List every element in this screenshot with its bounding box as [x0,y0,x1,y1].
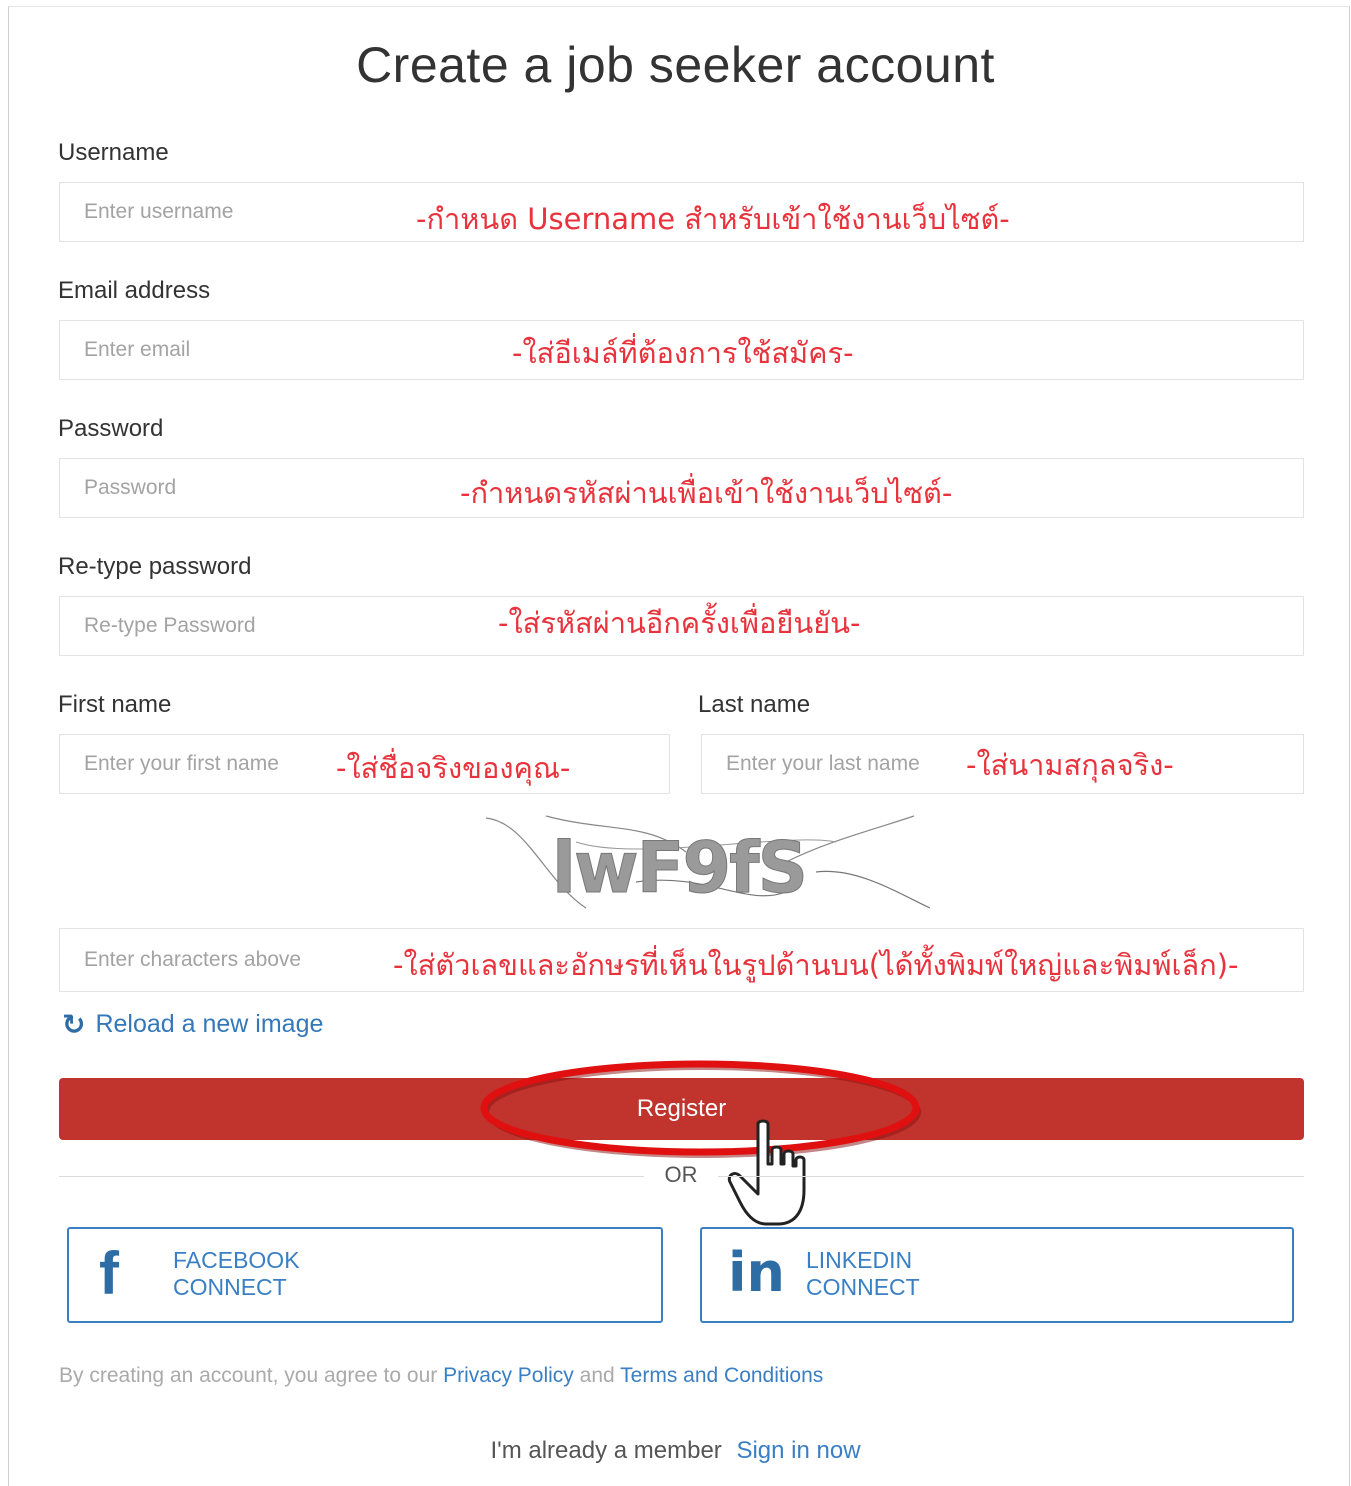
email-input[interactable] [59,320,1304,380]
facebook-line2: CONNECT [173,1274,287,1300]
captcha-input[interactable] [59,928,1304,992]
facebook-connect-label: FACEBOOK CONNECT [173,1247,300,1301]
password-label: Password [58,415,164,442]
divider-left [59,1176,644,1177]
terms-conditions-link[interactable]: Terms and Conditions [620,1364,823,1387]
first-name-input[interactable] [59,734,670,794]
divider-right [718,1176,1304,1177]
first-name-label: First name [58,691,172,718]
reload-label: Reload a new image [95,1010,324,1038]
linkedin-icon: in [728,1241,785,1304]
page-title: Create a job seeker account [356,37,995,93]
password-input[interactable] [59,458,1304,518]
or-separator: OR [644,1162,718,1188]
register-button[interactable]: Register [59,1078,1304,1140]
terms-notice: By creating an account, you agree to our… [59,1364,823,1388]
already-member-row: I'm already a member Sign in now [0,1437,1351,1465]
captcha-text: lwF9fS [552,827,806,909]
linkedin-connect-button[interactable]: in LINKEDIN CONNECT [700,1227,1294,1323]
terms-and: and [579,1364,615,1387]
linkedin-line2: CONNECT [806,1274,920,1300]
linkedin-line1: LINKEDIN [806,1247,913,1273]
facebook-connect-button[interactable]: f FACEBOOK CONNECT [67,1227,663,1323]
facebook-icon: f [99,1240,119,1307]
username-input[interactable] [59,182,1304,242]
last-name-label: Last name [698,691,811,718]
facebook-line1: FACEBOOK [173,1247,300,1273]
refresh-icon: ↻ [62,1008,86,1040]
linkedin-connect-label: LINKEDIN CONNECT [806,1247,920,1301]
sign-in-link[interactable]: Sign in now [736,1437,860,1464]
privacy-policy-link[interactable]: Privacy Policy [443,1364,574,1387]
username-label: Username [58,139,169,166]
retype-password-label: Re-type password [58,553,252,580]
reload-image-link[interactable]: ↻ Reload a new image [62,1010,323,1039]
captcha-image: lwF9fS [486,815,930,910]
email-label: Email address [58,277,211,304]
last-name-input[interactable] [701,734,1304,794]
already-member-text: I'm already a member [490,1437,722,1464]
retype-password-input[interactable] [59,596,1304,656]
terms-prefix: By creating an account, you agree to our [59,1364,438,1387]
